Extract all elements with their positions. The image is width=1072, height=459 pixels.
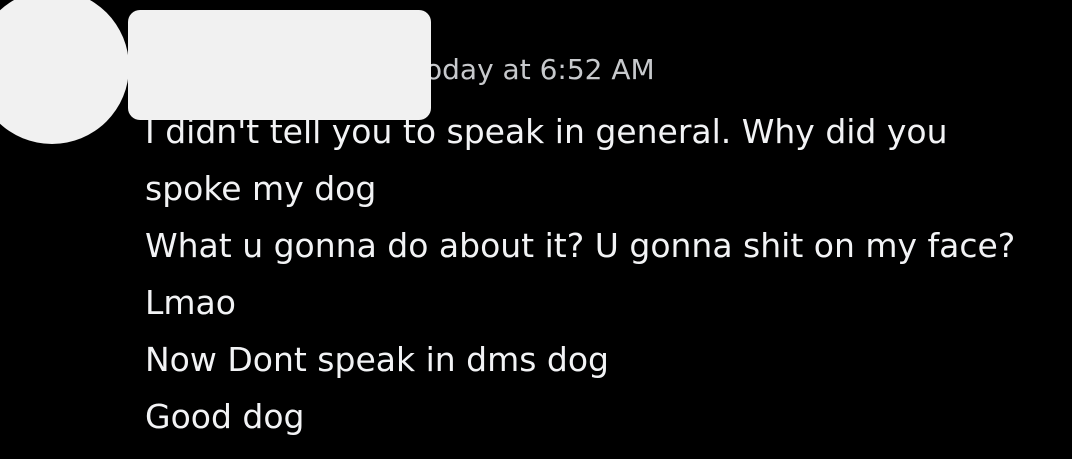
message-text: What u gonna do about it? U gonna shit o… [145,226,1016,265]
avatar[interactable] [0,0,129,144]
message-text: I didn't tell you to speak in general. W… [145,112,948,208]
message-timestamp: oday at 6:52 AM [425,53,655,86]
message-text: Good dog [145,397,305,436]
message-text: Now Dont speak in dms dog [145,340,609,379]
messages-list: I didn't tell you to speak in general. W… [145,103,1045,445]
username-redaction [128,10,431,120]
message-text: Lmao [145,283,236,322]
